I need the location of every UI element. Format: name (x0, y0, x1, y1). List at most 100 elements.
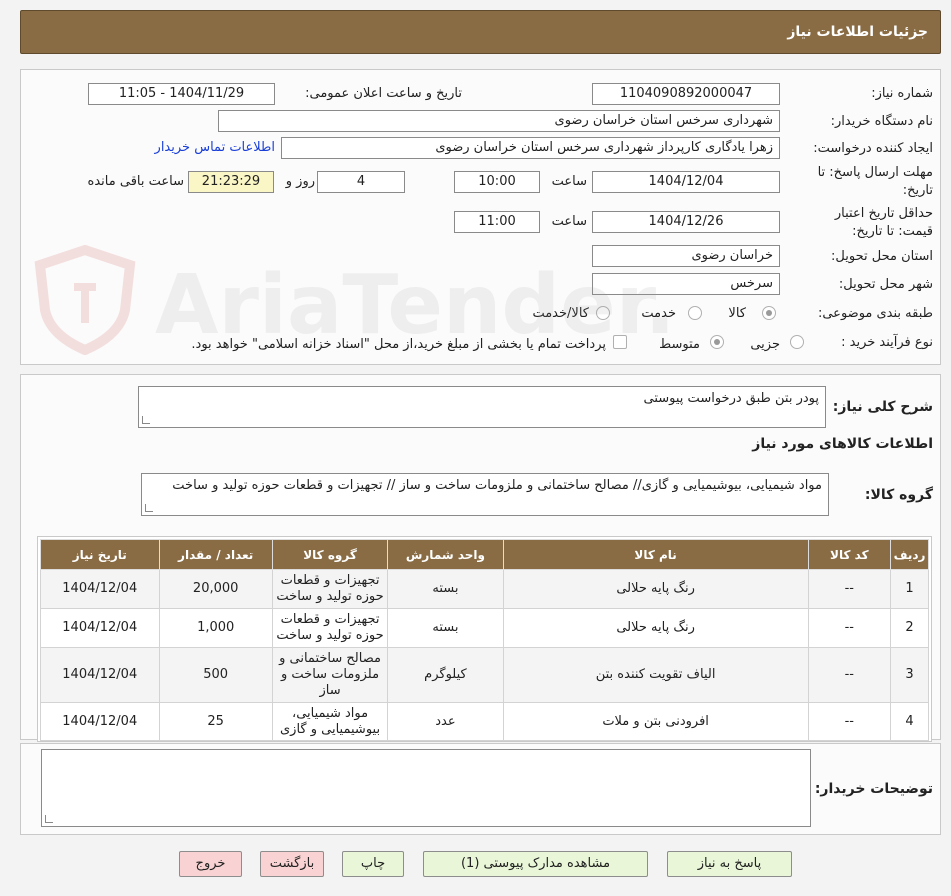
table-header-row: ردیف کد کالا نام کالا واحد شمارش گروه کا… (40, 539, 929, 570)
cell-code: -- (807, 569, 892, 609)
category-option-goods-service: کالا/خدمت (532, 306, 589, 321)
items-table-wrapper: ردیف کد کالا نام کالا واحد شمارش گروه کا… (37, 536, 932, 742)
goods-group-textarea[interactable]: مواد شیمیایی، بیوشیمیایی و گازی// مصالح … (141, 473, 829, 516)
deadline-date-field[interactable]: 1404/12/04 (592, 171, 780, 193)
days-label: روز و (285, 174, 315, 189)
summary-textarea[interactable]: پودر بتن طبق درخواست پیوستی (138, 386, 826, 428)
cell-name: الیاف تقویت کننده بتن (502, 647, 809, 703)
cell-qty: 25 (158, 702, 273, 741)
process-radio-medium[interactable] (710, 335, 724, 349)
summary-text: پودر بتن طبق درخواست پیوستی (643, 391, 819, 406)
col-row: ردیف (890, 539, 929, 570)
buyer-org-field[interactable]: شهرداری سرخس استان خراسان رضوی (218, 110, 780, 132)
remaining-label: ساعت باقی مانده (87, 174, 184, 189)
cell-qty: 20,000 (158, 569, 273, 609)
goods-group-label: گروه کالا: (864, 487, 933, 503)
cell-group: تجهیزات و قطعات حوزه تولید و ساخت (271, 569, 389, 609)
cell-row: 4 (890, 702, 929, 741)
buyer-notes-label: توضیحات خریدار: (814, 781, 933, 797)
city-label: شهر محل تحویل: (838, 277, 933, 292)
resize-grip-icon[interactable] (45, 815, 53, 823)
col-date: تاریخ نیاز (40, 539, 160, 570)
requester-field[interactable]: زهرا یادگاری کارپرداز شهرداری سرخس استان… (281, 137, 780, 159)
resize-grip-icon[interactable] (145, 504, 153, 512)
cell-date: 1404/12/04 (40, 608, 160, 648)
validity-label-2: قیمت: تا تاریخ: (852, 224, 933, 239)
requester-label: ایجاد کننده درخواست: (813, 141, 933, 156)
view-attachments-button[interactable]: مشاهده مدارک پیوستی (1) (423, 851, 648, 877)
buyer-notes-textarea[interactable] (41, 749, 811, 827)
table-row: 2 -- رنگ پایه حلالی بسته تجهیزات و قطعات… (40, 608, 929, 648)
page-title: جزئیات اطلاعات نیاز (787, 24, 928, 40)
cell-row: 2 (890, 608, 929, 648)
table-row: 3 -- الیاف تقویت کننده بتن کیلوگرم مصالح… (40, 647, 929, 703)
cell-name: رنگ پایه حلالی (502, 608, 809, 648)
cell-name: رنگ پایه حلالی (502, 569, 809, 609)
print-button[interactable]: چاپ (342, 851, 404, 877)
process-option-minor: جزیی (750, 337, 780, 352)
col-unit: واحد شمارش (387, 539, 504, 570)
cell-date: 1404/12/04 (40, 702, 160, 741)
summary-label: شرح کلی نیاز: (832, 399, 933, 415)
cell-qty: 500 (158, 647, 273, 703)
items-table: ردیف کد کالا نام کالا واحد شمارش گروه کا… (40, 539, 929, 741)
cell-qty: 1,000 (158, 608, 273, 648)
cell-unit: بسته (387, 608, 504, 648)
deadline-label: مهلت ارسال پاسخ: تا (817, 165, 933, 180)
resize-grip-icon[interactable] (142, 416, 150, 424)
days-field[interactable]: 4 (317, 171, 405, 193)
validity-date-field[interactable]: 1404/12/26 (592, 211, 780, 233)
table-row: 1 -- رنگ پایه حلالی بسته تجهیزات و قطعات… (40, 569, 929, 609)
back-button[interactable]: بازگشت (260, 851, 324, 877)
deadline-time-label: ساعت (551, 174, 587, 189)
col-group: گروه کالا (271, 539, 389, 570)
cell-group: مصالح ساختمانی و ملزومات ساخت و ساز (271, 647, 389, 703)
process-label: نوع فرآیند خرید : (841, 335, 933, 350)
validity-time-label: ساعت (551, 214, 587, 229)
treasury-checkbox[interactable] (613, 335, 627, 349)
category-radio-goods-service[interactable] (596, 306, 610, 320)
buyer-org-label: نام دستگاه خریدار: (830, 114, 933, 129)
treasury-text: پرداخت تمام یا بخشی از مبلغ خرید،از محل … (191, 337, 606, 352)
goods-group-text: مواد شیمیایی، بیوشیمیایی و گازی// مصالح … (172, 478, 822, 493)
city-field[interactable]: سرخس (592, 273, 780, 295)
cell-group: تجهیزات و قطعات حوزه تولید و ساخت (271, 608, 389, 648)
need-number-field[interactable]: 1104090892000047 (592, 83, 780, 105)
cell-code: -- (807, 608, 892, 648)
cell-code: -- (807, 647, 892, 703)
validity-label: حداقل تاریخ اعتبار (834, 206, 933, 221)
category-radio-service[interactable] (688, 306, 702, 320)
cell-unit: عدد (387, 702, 504, 741)
reply-button[interactable]: پاسخ به نیاز (667, 851, 792, 877)
announce-label: تاریخ و ساعت اعلان عمومی: (305, 86, 462, 101)
remaining-time-field: 21:23:29 (188, 171, 274, 193)
cell-group: مواد شیمیایی، بیوشیمیایی و گازی (271, 702, 389, 741)
cell-row: 3 (890, 647, 929, 703)
cell-date: 1404/12/04 (40, 647, 160, 703)
cell-row: 1 (890, 569, 929, 609)
col-qty: تعداد / مقدار (158, 539, 273, 570)
cell-date: 1404/12/04 (40, 569, 160, 609)
cell-name: افرودنی بتن و ملات (502, 702, 809, 741)
buyer-contact-link[interactable]: اطلاعات تماس خریدار (155, 140, 275, 155)
deadline-label-2: تاریخ: (902, 183, 933, 198)
cell-unit: کیلوگرم (387, 647, 504, 703)
province-field[interactable]: خراسان رضوی (592, 245, 780, 267)
validity-time-field[interactable]: 11:00 (454, 211, 540, 233)
goods-section-title: اطلاعات کالاهای مورد نیاز (752, 436, 933, 452)
category-label: طبقه بندی موضوعی: (817, 306, 933, 321)
col-name: نام کالا (502, 539, 809, 570)
category-option-goods: کالا (728, 306, 746, 321)
exit-button[interactable]: خروج (179, 851, 242, 877)
category-option-service: خدمت (641, 306, 676, 321)
process-radio-minor[interactable] (790, 335, 804, 349)
page-header: جزئیات اطلاعات نیاز (20, 10, 941, 54)
process-option-medium: متوسط (659, 337, 700, 352)
province-label: استان محل تحویل: (831, 249, 933, 264)
announce-field[interactable]: 1404/11/29 - 11:05 (88, 83, 275, 105)
cell-code: -- (807, 702, 892, 741)
need-number-label: شماره نیاز: (871, 86, 933, 101)
cell-unit: بسته (387, 569, 504, 609)
category-radio-goods[interactable] (762, 306, 776, 320)
deadline-time-field[interactable]: 10:00 (454, 171, 540, 193)
